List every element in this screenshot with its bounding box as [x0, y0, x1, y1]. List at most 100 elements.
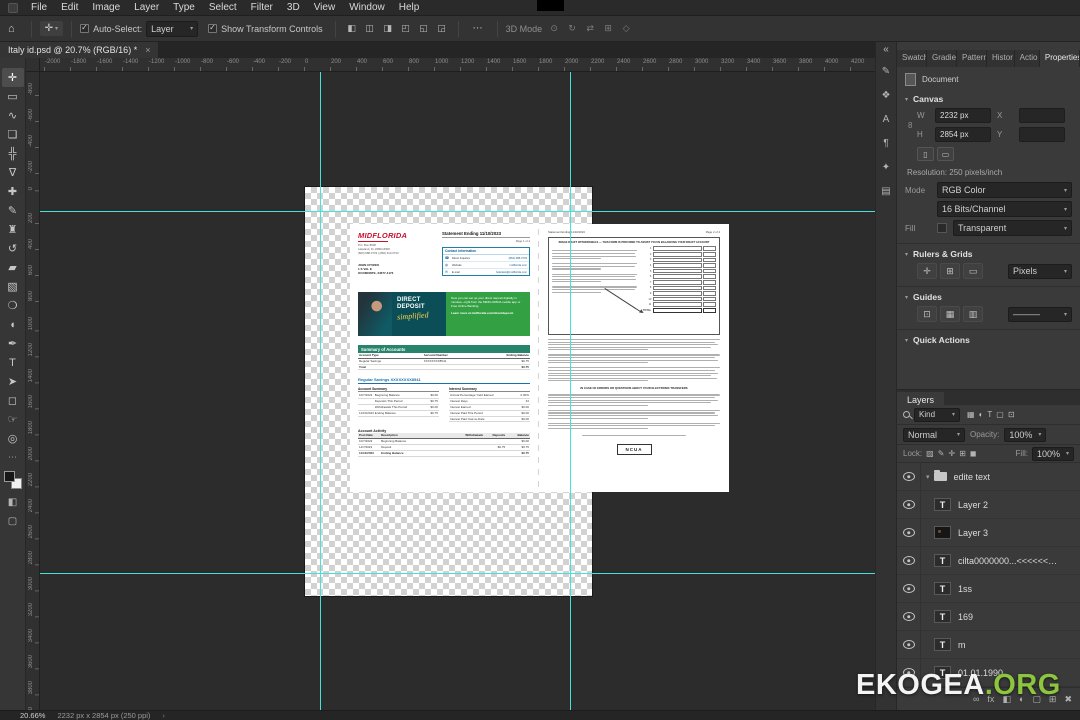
horizontal-guide[interactable]: [40, 211, 875, 212]
layer-row[interactable]: ▾ edite text: [897, 463, 1080, 491]
visibility-toggle[interactable]: [897, 491, 921, 518]
panel-tab-gradients[interactable]: Gradients: [927, 50, 957, 67]
status-options-caret[interactable]: ›: [162, 711, 165, 720]
panel-tab-actio[interactable]: Actio: [1014, 50, 1040, 67]
align-bottom-icon[interactable]: ◲: [434, 21, 450, 37]
blend-mode-dropdown[interactable]: Normal ▾: [903, 427, 965, 442]
rulers-grids-section-header[interactable]: ▾ Rulers & Grids: [905, 249, 1072, 259]
app-icon[interactable]: [8, 2, 18, 13]
lock-position-icon[interactable]: ✛: [948, 449, 955, 458]
guide-layout-icon[interactable]: ▦: [940, 306, 960, 322]
canvas-y-field[interactable]: [1019, 127, 1065, 142]
horizontal-guide[interactable]: [40, 573, 875, 574]
color-mode-dropdown[interactable]: RGB Color ▾: [937, 182, 1072, 198]
filter-adjustment-layers-icon[interactable]: ◐: [979, 410, 984, 419]
3d-drag-icon[interactable]: ⇄: [582, 21, 598, 37]
menu-item-filter[interactable]: Filter: [244, 2, 280, 13]
menu-item-window[interactable]: Window: [342, 2, 392, 13]
layer-row[interactable]: Tcilta0000000...<<<<<<<<0 d: [897, 547, 1080, 575]
layer-row[interactable]: Layer 3: [897, 519, 1080, 547]
clone-stamp-tool[interactable]: ♜: [2, 220, 24, 239]
3d-scale-icon[interactable]: ◇: [618, 21, 634, 37]
fill-swatch[interactable]: [937, 223, 947, 233]
vertical-guide[interactable]: [320, 72, 321, 710]
auto-select-dropdown[interactable]: Layer ▾: [146, 20, 199, 37]
healing-brush-tool[interactable]: ✚: [2, 182, 24, 201]
blur-tool[interactable]: ❍: [2, 296, 24, 315]
menu-item-edit[interactable]: Edit: [54, 2, 85, 13]
eraser-tool[interactable]: ▰: [2, 258, 24, 277]
canvas-x-field[interactable]: [1019, 108, 1065, 123]
paragraph-panel-icon[interactable]: ¶: [876, 131, 896, 155]
horizontal-ruler[interactable]: -2000 -1800 -1600 -1400 -1200 -1000 -800 -600 -4…: [40, 58, 875, 72]
canvas-viewport[interactable]: MIDFLORIDA P.O. Box 8008 Lakeland, FL 338…: [40, 72, 875, 710]
lock-guides-icon[interactable]: ⊡: [917, 306, 937, 322]
grid-icon[interactable]: ⊞: [940, 263, 960, 279]
3d-slide-icon[interactable]: ⊞: [600, 21, 616, 37]
object-selection-tool[interactable]: ❏: [2, 125, 24, 144]
group-caret-icon[interactable]: ▾: [926, 473, 930, 481]
home-icon[interactable]: ⌂: [8, 23, 15, 35]
filter-smart-objects-icon[interactable]: ⊡: [1008, 410, 1015, 419]
glyphs-panel-icon[interactable]: ✦: [876, 155, 896, 179]
visibility-toggle[interactable]: [897, 547, 921, 574]
new-guide-icon[interactable]: ▥: [963, 306, 983, 322]
menu-item-view[interactable]: View: [307, 2, 343, 13]
snap-icon[interactable]: ✛: [917, 263, 937, 279]
auto-select-checkbox[interactable]: [80, 23, 90, 33]
lock-all-icon[interactable]: ◼: [970, 449, 977, 458]
vertical-guide[interactable]: [570, 72, 571, 710]
gradient-tool[interactable]: ▧: [2, 277, 24, 296]
zoom-level[interactable]: 20.66%: [20, 711, 45, 720]
menu-item-select[interactable]: Select: [202, 2, 244, 13]
menu-item-layer[interactable]: Layer: [127, 2, 166, 13]
canvas-height-field[interactable]: 2854 px: [935, 127, 991, 142]
3d-roll-icon[interactable]: ↻: [564, 21, 580, 37]
adjustments-panel-icon[interactable]: ▤: [876, 179, 896, 203]
libraries-panel-icon[interactable]: ❖: [876, 83, 896, 107]
panel-tab-patterns[interactable]: Patterns: [957, 50, 987, 67]
canvas-width-field[interactable]: 2232 px: [935, 108, 991, 123]
collapse-panels-button[interactable]: «: [883, 44, 889, 59]
menu-item-image[interactable]: Image: [85, 2, 127, 13]
marquee-tool[interactable]: ▭: [2, 87, 24, 106]
close-icon[interactable]: ×: [145, 45, 150, 55]
align-left-icon[interactable]: ◧: [344, 21, 360, 37]
more-options-icon[interactable]: ⋯: [467, 23, 489, 34]
menu-item-type[interactable]: Type: [166, 2, 202, 13]
panel-tab-properties[interactable]: Properties: [1039, 50, 1080, 67]
move-tool[interactable]: ✛: [1, 68, 24, 87]
visibility-toggle[interactable]: [897, 603, 921, 630]
lock-artboard-icon[interactable]: ⊞: [959, 449, 966, 458]
history-brush-tool[interactable]: ↺: [2, 239, 24, 258]
type-tool[interactable]: T: [2, 353, 24, 372]
eyedropper-tool[interactable]: ∇: [2, 163, 24, 182]
quick-mask-icon[interactable]: ◧: [8, 497, 17, 508]
bit-depth-dropdown[interactable]: 16 Bits/Channel ▾: [937, 201, 1072, 217]
menu-item-3d[interactable]: 3D: [280, 2, 307, 13]
brush-tool[interactable]: ✎: [2, 201, 24, 220]
menu-item-help[interactable]: Help: [392, 2, 427, 13]
3d-rotate-icon[interactable]: ⊙: [546, 21, 562, 37]
screen-mode-icon[interactable]: ▢: [8, 516, 17, 527]
quick-actions-section-header[interactable]: ▾ Quick Actions: [905, 335, 1072, 345]
ruler-units-dropdown[interactable]: Pixels ▾: [1008, 263, 1072, 279]
delete-layer-icon[interactable]: ✖: [1064, 694, 1072, 705]
hand-tool[interactable]: ☞: [2, 410, 24, 429]
panel-tab-swatches[interactable]: Swatches: [897, 50, 927, 67]
filter-shape-layers-icon[interactable]: ▢: [996, 410, 1004, 419]
document-tab[interactable]: Italy id.psd @ 20.7% (RGB/16) * ×: [0, 42, 159, 58]
link-dimensions-icon[interactable]: 8: [908, 121, 912, 130]
portrait-orientation-button[interactable]: ▯: [917, 147, 934, 161]
fill-dropdown[interactable]: Transparent ▾: [953, 220, 1072, 236]
align-top-icon[interactable]: ◰: [398, 21, 414, 37]
align-center-horizontal-icon[interactable]: ◫: [362, 21, 378, 37]
character-panel-icon[interactable]: A: [876, 107, 896, 131]
landscape-orientation-button[interactable]: ▭: [937, 147, 954, 161]
fill-percent-field[interactable]: 100% ▾: [1032, 446, 1074, 461]
foreground-color-swatch[interactable]: [3, 471, 15, 482]
visibility-toggle[interactable]: [897, 463, 921, 490]
edit-toolbar-icon[interactable]: ⋯: [8, 452, 17, 463]
layer-row[interactable]: T 169: [897, 603, 1080, 631]
guide-style-dropdown[interactable]: ——— ▾: [1008, 306, 1072, 322]
